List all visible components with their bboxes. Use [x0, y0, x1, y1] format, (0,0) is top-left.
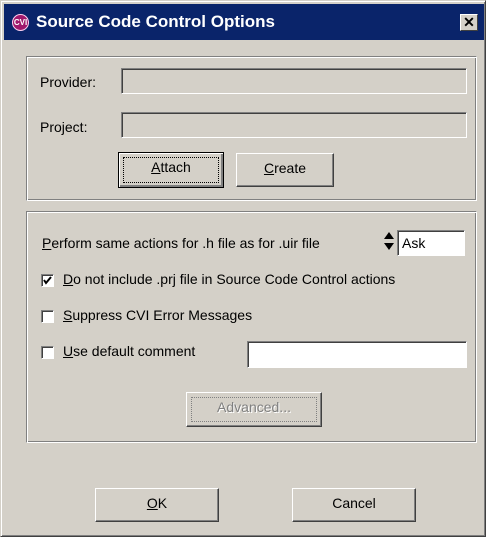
create-mnemonic: C — [263, 160, 275, 176]
ask-field[interactable]: Ask — [397, 230, 465, 256]
close-icon: ✕ — [463, 14, 475, 30]
title-bar[interactable]: CVI Source Code Control Options ✕ — [4, 4, 484, 40]
ok-mnemonic: O — [146, 495, 158, 511]
cancel-label: Cancel — [332, 495, 376, 511]
ok-button[interactable]: OK — [95, 488, 219, 522]
checkmark-icon — [43, 276, 52, 285]
provider-field — [121, 68, 467, 94]
advanced-button[interactable]: Advanced... — [186, 392, 322, 427]
provider-label: Provider: — [40, 74, 97, 90]
default-comment-checkbox[interactable] — [41, 346, 54, 359]
ask-spinner[interactable] — [383, 230, 395, 252]
cancel-button[interactable]: Cancel — [292, 488, 416, 522]
attach-button[interactable]: Attach — [118, 152, 224, 188]
create-button[interactable]: Create — [236, 153, 334, 187]
create-label: reate — [274, 160, 307, 176]
close-button[interactable]: ✕ — [460, 14, 478, 31]
cvi-app-icon: CVI — [12, 14, 29, 31]
perform-label: Perform same actions for .h file as for … — [42, 235, 320, 251]
attach-label: ttach — [160, 159, 191, 175]
ok-label: K — [157, 495, 168, 511]
ask-value: Ask — [402, 235, 426, 251]
no-prj-label[interactable]: Do not include .prj file in Source Code … — [63, 271, 395, 287]
suppress-checkbox[interactable] — [41, 310, 54, 323]
suppress-label[interactable]: Suppress CVI Error Messages — [63, 307, 252, 323]
project-label: Project: — [40, 119, 88, 135]
project-field — [121, 112, 467, 138]
spin-up-icon — [384, 232, 394, 239]
default-comment-input[interactable] — [247, 341, 467, 368]
advanced-label: Advanced... — [217, 399, 291, 415]
source-code-control-dialog: CVI Source Code Control Options ✕ Provid… — [0, 0, 486, 537]
no-prj-checkbox[interactable] — [41, 274, 54, 287]
window-title: Source Code Control Options — [36, 12, 275, 31]
default-comment-label[interactable]: Use default comment — [63, 343, 195, 359]
spin-down-icon — [384, 243, 394, 250]
